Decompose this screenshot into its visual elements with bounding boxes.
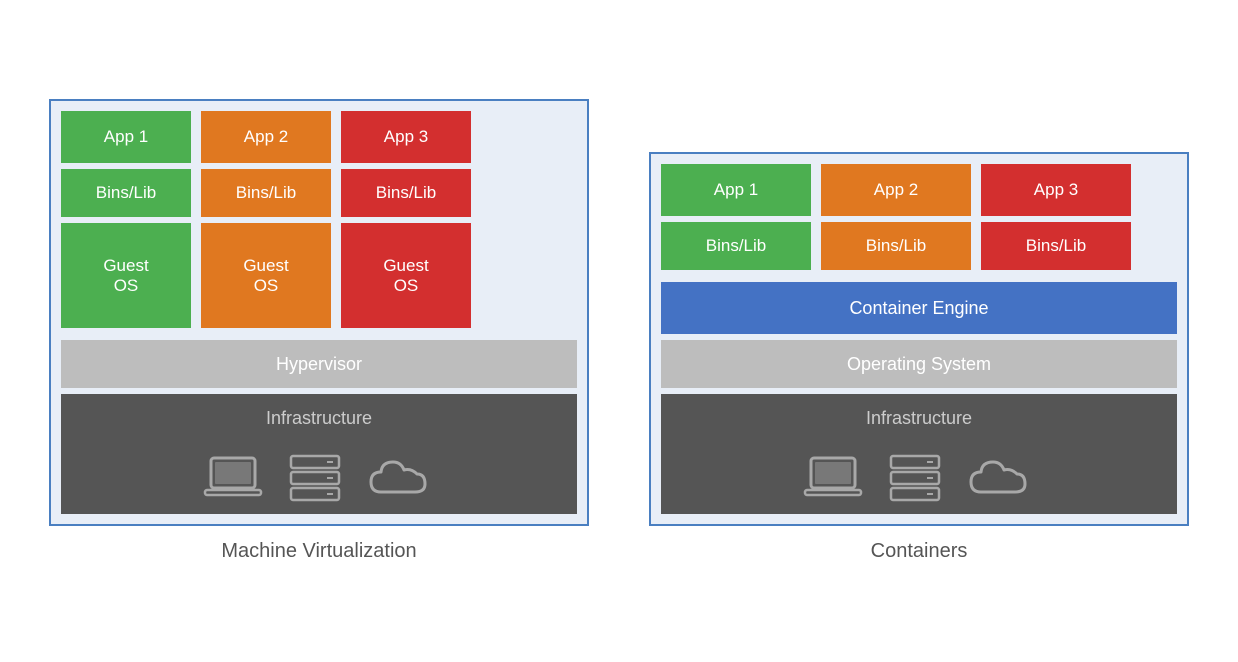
- ct-bins1: Bins/Lib: [661, 222, 811, 270]
- ct-infra-wrapper: Infrastructure: [661, 388, 1177, 514]
- ct-bins3: Bins/Lib: [981, 222, 1131, 270]
- ct-col-orange: App 2 Bins/Lib: [821, 164, 971, 270]
- vm-apps-row: App 1 Bins/Lib Guest OS App 2 Bins/Lib G…: [61, 111, 577, 328]
- ct-app2: App 2: [821, 164, 971, 216]
- ct-server-icon: [887, 452, 943, 504]
- vm-col-green: App 1 Bins/Lib Guest OS: [61, 111, 191, 328]
- vm-app1: App 1: [61, 111, 191, 163]
- laptop-icon: [203, 454, 263, 502]
- vm-bins2: Bins/Lib: [201, 169, 331, 217]
- vm-col-orange: App 2 Bins/Lib Guest OS: [201, 111, 331, 328]
- ct-cloud-icon: [967, 454, 1035, 502]
- vm-app2: App 2: [201, 111, 331, 163]
- vm-column: App 1 Bins/Lib Guest OS App 2 Bins/Lib G…: [49, 99, 589, 563]
- ct-laptop-icon: [803, 454, 863, 502]
- vm-infrastructure-label: Infrastructure: [61, 394, 577, 442]
- vm-guestos1: Guest OS: [61, 223, 191, 328]
- ct-infra-icons: [661, 442, 1177, 514]
- vm-bins1: Bins/Lib: [61, 169, 191, 217]
- vm-infra-icons: [61, 442, 577, 514]
- container-engine: Container Engine: [661, 282, 1177, 334]
- vm-box: App 1 Bins/Lib Guest OS App 2 Bins/Lib G…: [49, 99, 589, 526]
- vm-label: Machine Virtualization: [221, 540, 416, 563]
- vm-bins3: Bins/Lib: [341, 169, 471, 217]
- vm-guestos3: Guest OS: [341, 223, 471, 328]
- server-icon: [287, 452, 343, 504]
- ct-col-red: App 3 Bins/Lib: [981, 164, 1131, 270]
- ct-col-green: App 1 Bins/Lib: [661, 164, 811, 270]
- ct-app1: App 1: [661, 164, 811, 216]
- vm-app3: App 3: [341, 111, 471, 163]
- ct-bins2: Bins/Lib: [821, 222, 971, 270]
- operating-system: Operating System: [661, 340, 1177, 388]
- cloud-icon: [367, 454, 435, 502]
- ct-app3: App 3: [981, 164, 1131, 216]
- vm-guestos2: Guest OS: [201, 223, 331, 328]
- vm-col-red: App 3 Bins/Lib Guest OS: [341, 111, 471, 328]
- ct-apps-row: App 1 Bins/Lib App 2 Bins/Lib App 3 Bins…: [661, 164, 1177, 270]
- ct-box: App 1 Bins/Lib App 2 Bins/Lib App 3 Bins…: [649, 152, 1189, 526]
- vm-hypervisor: Hypervisor: [61, 340, 577, 388]
- ct-infrastructure-label: Infrastructure: [661, 394, 1177, 442]
- diagram-container: App 1 Bins/Lib Guest OS App 2 Bins/Lib G…: [9, 79, 1229, 583]
- vm-infra-wrapper: Infrastructure: [61, 388, 577, 514]
- ct-label: Containers: [871, 540, 968, 563]
- ct-column: App 1 Bins/Lib App 2 Bins/Lib App 3 Bins…: [649, 152, 1189, 563]
